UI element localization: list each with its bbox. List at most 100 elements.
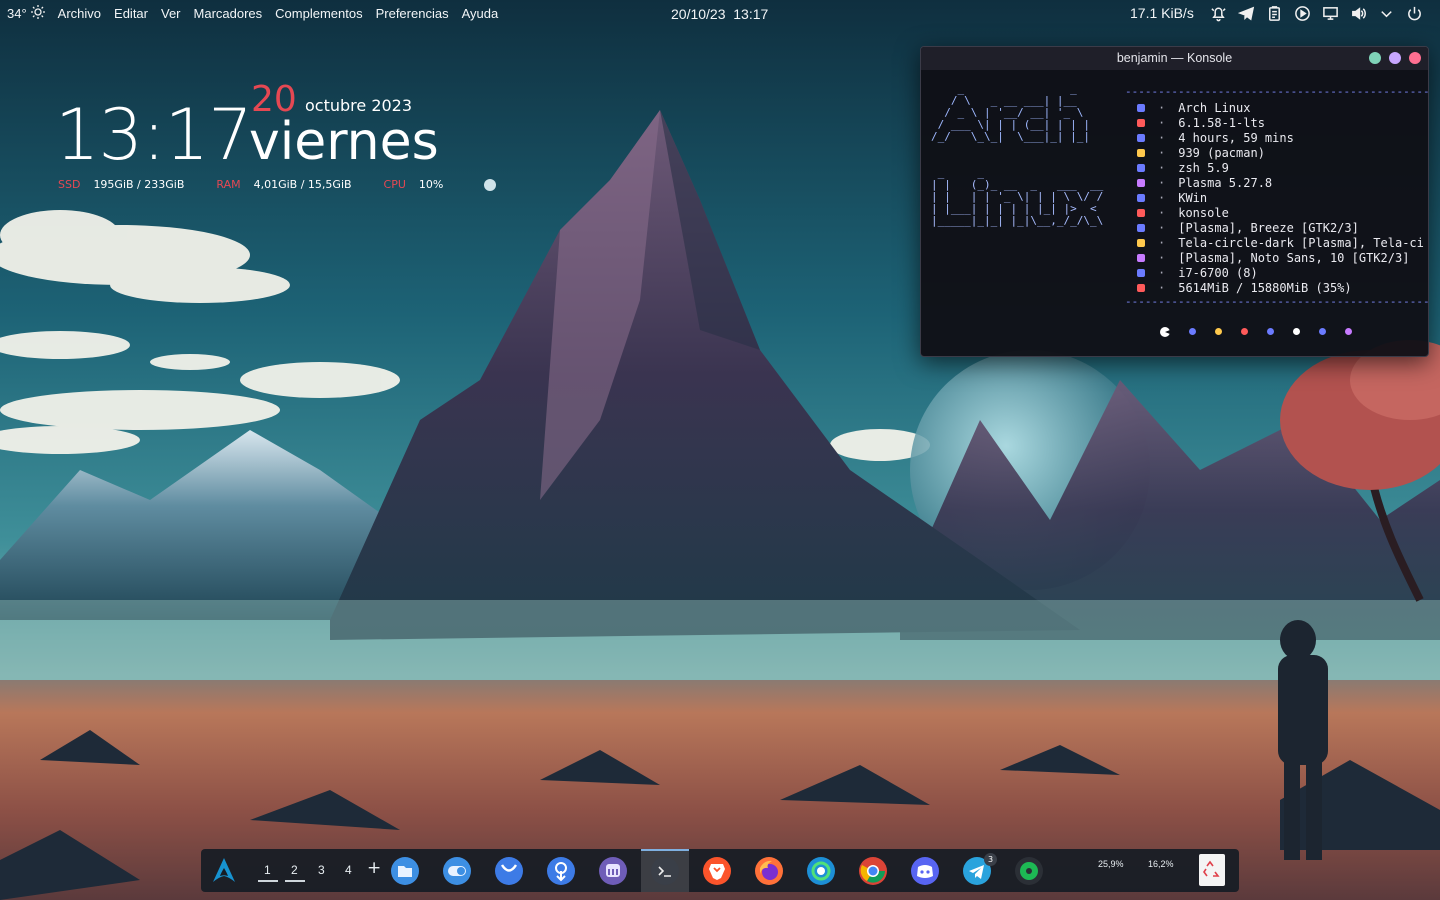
system-stats: SSD 195GiB / 233GiB RAM 4,01GiB / 15,5Gi… (58, 178, 475, 191)
menu-ver[interactable]: Ver (161, 6, 181, 21)
cpu-gauge[interactable]: 25,9% (1098, 859, 1124, 869)
window-title: benjamin — Konsole (1116, 51, 1233, 65)
bell-icon[interactable] (1208, 3, 1229, 24)
fetch-info-value: Tela-circle-dark [Plasma], Tela-ci (1178, 235, 1424, 250)
weather-widget[interactable]: 34° (7, 4, 46, 23)
github-icon[interactable] (494, 856, 524, 886)
fetch-info-value: Plasma 5.27.8 (1178, 175, 1273, 190)
telegram-badge: 3 (984, 853, 997, 866)
arch-logo-icon[interactable] (211, 857, 237, 887)
fetch-info-value: 939 (pacman) (1178, 145, 1265, 160)
fetch-info-value: [Plasma], Noto Sans, 10 [GTK2/3] (1178, 250, 1410, 265)
network-icon[interactable] (1320, 3, 1341, 24)
bullet-dot: · (1158, 175, 1166, 190)
trash-icon[interactable] (1199, 854, 1225, 886)
palette-dot (1293, 328, 1300, 335)
workspace-4[interactable]: 4 (345, 863, 352, 877)
stat-ssd-label: SSD (58, 178, 81, 191)
stat-cpu-label: CPU (383, 178, 406, 191)
fetch-info-row: · [Plasma], Breeze [GTK2/3] (1135, 220, 1424, 235)
window-titlebar[interactable]: benjamin — Konsole (921, 47, 1428, 70)
window-controls (1369, 52, 1421, 64)
workspace-2-indicator (285, 880, 305, 882)
desktop-icon (1135, 177, 1147, 189)
downloader-icon[interactable] (546, 856, 576, 886)
bullet-dot: · (1158, 205, 1166, 220)
edge-icon[interactable] (806, 856, 836, 886)
fetch-info-value: 4 hours, 59 mins (1178, 130, 1294, 145)
window-icon (1135, 192, 1147, 204)
terminal-icon (1135, 162, 1147, 174)
top-panel: 34° Archivo Editar Ver Marcadores Comple… (0, 0, 1440, 27)
fetch-info-row: · 4 hours, 59 mins (1135, 130, 1424, 145)
color-palette (1160, 327, 1352, 337)
ram-gauge[interactable]: 16,2% (1148, 859, 1174, 869)
stat-cpu-value: 10% (418, 178, 444, 191)
volume-icon[interactable] (1348, 3, 1369, 24)
fetch-info-row: · 6.1.58-1-lts (1135, 115, 1424, 130)
discord-icon[interactable] (910, 856, 940, 886)
separator-top: ----------------------------------------… (1125, 85, 1429, 98)
chrome-icon[interactable] (858, 856, 888, 886)
toggle-icon[interactable] (442, 856, 472, 886)
chevron-down-icon[interactable] (1376, 3, 1397, 24)
ascii-arch-logo: _ _ / \ _ __ ___| |__ / _ \ | '__/ __| '… (931, 83, 1110, 227)
menu-editar[interactable]: Editar (114, 6, 148, 21)
bullet-dot: · (1158, 115, 1166, 130)
maximize-button[interactable] (1389, 52, 1401, 64)
firefox-icon[interactable] (754, 856, 784, 886)
ascii-arch-line: /_/ \_\_| \___|_| |_| (931, 130, 1090, 143)
minimize-button[interactable] (1369, 52, 1381, 64)
workspace-2[interactable]: 2 (291, 863, 298, 877)
konsole-window[interactable]: benjamin — Konsole _ _ / \ _ __ ___| |__… (920, 46, 1429, 357)
fetch-info-value: KWin (1178, 190, 1208, 205)
mastodon-icon[interactable] (598, 856, 628, 886)
ascii-linux-line: |_____|_|_| |_|\__,_/_/\_\ (931, 214, 1104, 227)
font-icon (1135, 252, 1147, 264)
fetch-info-row: · i7-6700 (8) (1135, 265, 1424, 280)
bullet-dot: · (1158, 265, 1166, 280)
brave-icon[interactable] (702, 856, 732, 886)
menu-preferencias[interactable]: Preferencias (376, 6, 449, 21)
menu-complementos[interactable]: Complementos (275, 6, 362, 21)
workspace-3[interactable]: 3 (318, 863, 325, 877)
palette-dot (1189, 328, 1196, 335)
panel-clock[interactable]: 20/10/23 13:17 (671, 6, 768, 22)
stat-ram-label: RAM (216, 178, 241, 191)
power-icon[interactable] (1404, 3, 1425, 24)
fetch-info-value: [Plasma], Breeze [GTK2/3] (1178, 220, 1359, 235)
workspace-1[interactable]: 1 (264, 863, 271, 877)
palette-dot (1267, 328, 1274, 335)
clipboard-icon[interactable] (1264, 3, 1285, 24)
add-workspace-button[interactable]: + (367, 858, 381, 878)
pacman-glyph (1160, 327, 1170, 337)
close-button[interactable] (1409, 52, 1421, 64)
stat-ram-value: 4,01GiB / 15,5GiB (253, 178, 352, 191)
fetch-info-value: 6.1.58-1-lts (1178, 115, 1265, 130)
menu-archivo[interactable]: Archivo (58, 6, 101, 21)
fetch-info-value: Arch Linux (1178, 100, 1251, 115)
spotify-icon[interactable] (1014, 856, 1044, 886)
terminal-icon[interactable] (650, 856, 680, 886)
arch-icon (1135, 102, 1147, 114)
system-tray (1208, 3, 1425, 24)
fetch-info-row: · KWin (1135, 190, 1424, 205)
network-speed[interactable]: 17.1 KiB/s (1130, 5, 1194, 21)
bottom-dock: 1 2 3 4 + 3 25,9% 16,2% (201, 849, 1239, 892)
bullet-dot: · (1158, 280, 1166, 295)
media-play-icon[interactable] (1292, 3, 1313, 24)
bullet-dot: · (1158, 235, 1166, 250)
konsole-icon (1135, 207, 1147, 219)
workspace-1-indicator (258, 880, 278, 882)
menu-marcadores[interactable]: Marcadores (194, 6, 263, 21)
stat-ssd-value: 195GiB / 233GiB (93, 178, 185, 191)
kernel-icon (1135, 117, 1147, 129)
menu-ayuda[interactable]: Ayuda (462, 6, 499, 21)
fetch-info-row: · 5614MiB / 15880MiB (35%) (1135, 280, 1424, 295)
fetch-info-row: · Tela-circle-dark [Plasma], Tela-ci (1135, 235, 1424, 250)
palette-dot (1319, 328, 1326, 335)
telegram-icon[interactable] (1236, 3, 1257, 24)
memory-icon (1135, 282, 1147, 294)
files-icon[interactable] (390, 856, 420, 886)
fetch-info-row: · zsh 5.9 (1135, 160, 1424, 175)
